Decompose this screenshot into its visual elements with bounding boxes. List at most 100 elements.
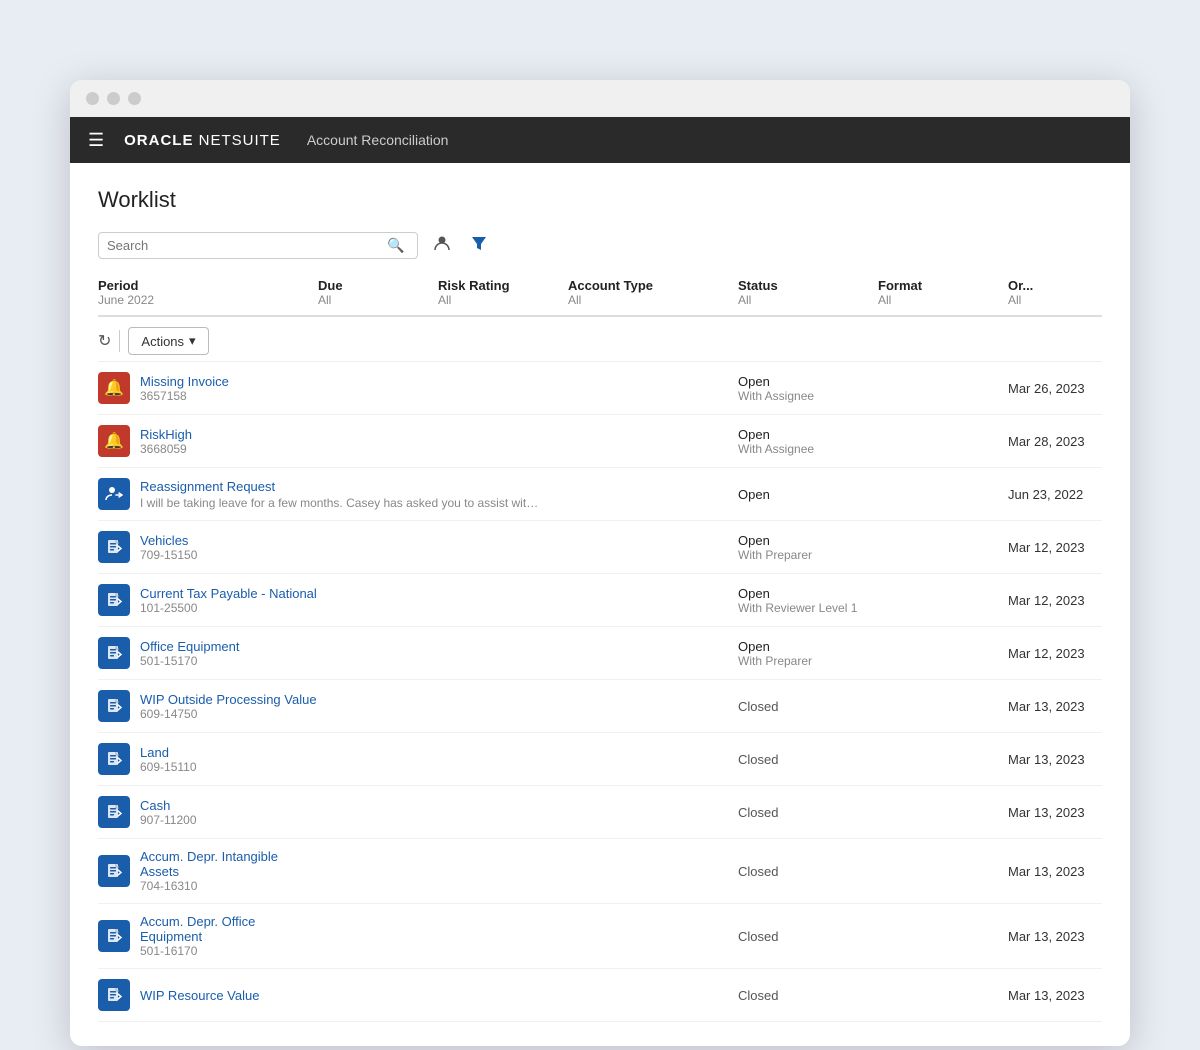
- search-input[interactable]: [107, 238, 387, 253]
- item-text: WIP Outside Processing Value 609-14750: [140, 692, 317, 721]
- item-name[interactable]: Accum. Depr. Intangible Assets: [140, 849, 318, 879]
- item-number: 501-15170: [140, 654, 239, 668]
- item-name[interactable]: Reassignment Request: [140, 479, 540, 494]
- item-text: Office Equipment 501-15170: [140, 639, 239, 668]
- list-item: WIP Outside Processing Value 609-14750 C…: [98, 680, 1102, 733]
- list-item: 🔔 Missing Invoice 3657158 Open With Assi…: [98, 362, 1102, 415]
- item-main: Vehicles 709-15150: [98, 531, 318, 563]
- doc-icon: [98, 920, 130, 952]
- status-col: Closed: [738, 752, 878, 767]
- col-status-filter[interactable]: All: [738, 293, 878, 307]
- col-other-filter[interactable]: All: [1008, 293, 1088, 307]
- col-period-header: Period: [98, 278, 318, 293]
- col-status: Status All: [738, 274, 878, 311]
- user-icon: [433, 234, 451, 252]
- item-number: 907-11200: [140, 813, 197, 827]
- item-main: Land 609-15110: [98, 743, 318, 775]
- item-number: 609-15110: [140, 760, 197, 774]
- actions-row: ↻ Actions ▾: [98, 317, 1102, 362]
- item-name[interactable]: Cash: [140, 798, 197, 813]
- item-name[interactable]: WIP Outside Processing Value: [140, 692, 317, 707]
- status-main: Closed: [738, 752, 878, 767]
- col-risk: Risk Rating All: [438, 274, 568, 311]
- col-account-type-filter[interactable]: All: [568, 293, 738, 307]
- refresh-button[interactable]: ↻: [98, 331, 111, 351]
- col-status-header: Status: [738, 278, 878, 293]
- status-main: Closed: [738, 929, 878, 944]
- col-risk-filter[interactable]: All: [438, 293, 568, 307]
- list-item: Land 609-15110 Closed Mar 13, 2023: [98, 733, 1102, 786]
- items-list: 🔔 Missing Invoice 3657158 Open With Assi…: [98, 362, 1102, 1022]
- page-title: Worklist: [98, 187, 1102, 213]
- status-sub: With Preparer: [738, 548, 878, 562]
- item-number: 704-16310: [140, 879, 318, 893]
- item-name[interactable]: Missing Invoice: [140, 374, 229, 389]
- status-col: Closed: [738, 699, 878, 714]
- list-item: Reassignment Request I will be taking le…: [98, 468, 1102, 521]
- doc-icon: [98, 979, 130, 1011]
- item-name[interactable]: Office Equipment: [140, 639, 239, 654]
- col-due-header: Due: [318, 278, 438, 293]
- item-text: WIP Resource Value: [140, 988, 259, 1003]
- status-main: Closed: [738, 988, 878, 1003]
- item-text: Cash 907-11200: [140, 798, 197, 827]
- list-item: Vehicles 709-15150 Open With Preparer Ma…: [98, 521, 1102, 574]
- item-name[interactable]: RiskHigh: [140, 427, 192, 442]
- doc-icon: [98, 796, 130, 828]
- filter-button[interactable]: [466, 232, 492, 259]
- status-col: Closed: [738, 864, 878, 879]
- item-text: Accum. Depr. Office Equipment 501-16170: [140, 914, 318, 958]
- col-account-type: Account Type All: [568, 274, 738, 311]
- status-main: Open: [738, 639, 878, 654]
- item-name[interactable]: WIP Resource Value: [140, 988, 259, 1003]
- status-col: Closed: [738, 805, 878, 820]
- item-name[interactable]: Current Tax Payable - National: [140, 586, 317, 601]
- hamburger-icon[interactable]: ☰: [88, 130, 106, 151]
- user-filter-button[interactable]: [428, 231, 456, 260]
- bell-icon: 🔔: [98, 425, 130, 457]
- col-format-header: Format: [878, 278, 1008, 293]
- item-date: Mar 13, 2023: [1008, 988, 1088, 1003]
- item-main: Cash 907-11200: [98, 796, 318, 828]
- status-main: Closed: [738, 805, 878, 820]
- item-name[interactable]: Vehicles: [140, 533, 197, 548]
- item-name[interactable]: Land: [140, 745, 197, 760]
- list-item: Accum. Depr. Office Equipment 501-16170 …: [98, 904, 1102, 969]
- status-col: Open: [738, 487, 878, 502]
- item-date: Mar 13, 2023: [1008, 805, 1088, 820]
- item-date: Mar 12, 2023: [1008, 593, 1088, 608]
- titlebar-dot-1: [86, 92, 99, 105]
- actions-button[interactable]: Actions ▾: [128, 327, 208, 355]
- col-period-filter[interactable]: June 2022: [98, 293, 318, 307]
- reassign-icon: [98, 478, 130, 510]
- status-main: Closed: [738, 864, 878, 879]
- search-box[interactable]: 🔍: [98, 232, 418, 259]
- item-number: 3668059: [140, 442, 192, 456]
- status-main: Open: [738, 533, 878, 548]
- item-number: 3657158: [140, 389, 229, 403]
- status-main: Open: [738, 427, 878, 442]
- col-format-filter[interactable]: All: [878, 293, 1008, 307]
- status-sub: With Reviewer Level 1: [738, 601, 878, 615]
- status-sub: With Assignee: [738, 442, 878, 456]
- status-main: Closed: [738, 699, 878, 714]
- status-col: Open With Assignee: [738, 427, 878, 456]
- item-main: Current Tax Payable - National 101-25500: [98, 584, 318, 616]
- list-item: WIP Resource Value Closed Mar 13, 2023: [98, 969, 1102, 1022]
- col-due-filter[interactable]: All: [318, 293, 438, 307]
- item-number: 101-25500: [140, 601, 317, 615]
- doc-icon: [98, 855, 130, 887]
- item-text: Land 609-15110: [140, 745, 197, 774]
- status-main: Open: [738, 374, 878, 389]
- item-date: Mar 12, 2023: [1008, 540, 1088, 555]
- item-main: WIP Resource Value: [98, 979, 318, 1011]
- item-description: I will be taking leave for a few months.…: [140, 496, 540, 510]
- col-account-type-header: Account Type: [568, 278, 738, 293]
- module-title: Account Reconciliation: [307, 132, 449, 148]
- col-risk-header: Risk Rating: [438, 278, 568, 293]
- item-number: 501-16170: [140, 944, 318, 958]
- item-text: Vehicles 709-15150: [140, 533, 197, 562]
- item-name[interactable]: Accum. Depr. Office Equipment: [140, 914, 318, 944]
- col-other: Or... All: [1008, 274, 1088, 311]
- item-text: Reassignment Request I will be taking le…: [140, 479, 540, 510]
